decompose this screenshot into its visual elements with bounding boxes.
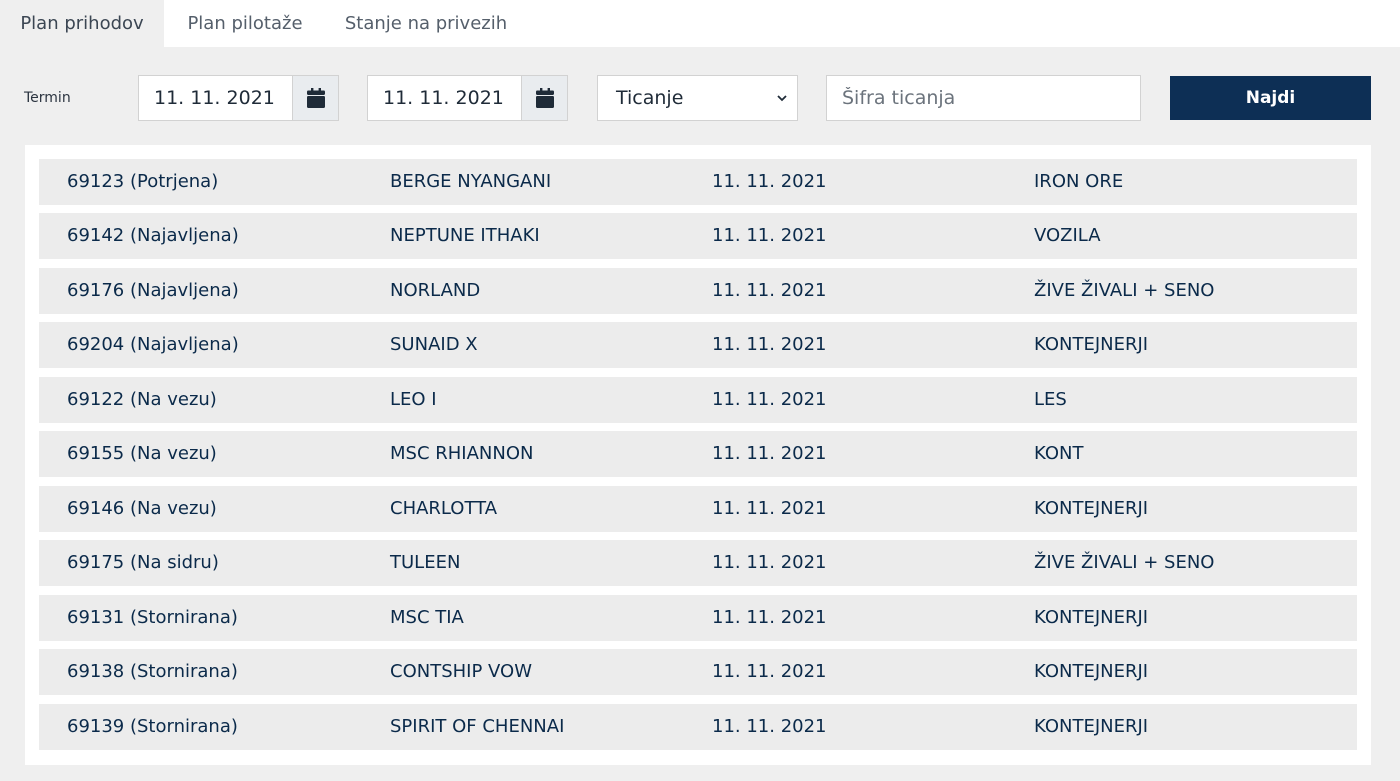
calendar-icon <box>535 88 554 108</box>
tab-plan-pilotaze[interactable]: Plan pilotaže <box>164 0 326 47</box>
termin-label: Termin <box>24 90 71 106</box>
row-id: 69204 (Najavljena) <box>67 334 239 355</box>
date-from-input[interactable] <box>139 76 292 120</box>
row-cargo: KONTEJNERJI <box>1034 334 1149 355</box>
row-id: 69176 (Najavljena) <box>67 280 239 301</box>
list-row[interactable]: 69204 (Najavljena) SUNAID X 11. 11. 2021… <box>39 322 1357 368</box>
list-row[interactable]: 69142 (Najavljena) NEPTUNE ITHAKI 11. 11… <box>39 213 1357 259</box>
row-date: 11. 11. 2021 <box>712 171 827 192</box>
calendar-icon <box>306 88 325 108</box>
row-ship: TULEEN <box>390 552 461 573</box>
row-id: 69131 (Stornirana) <box>67 607 238 628</box>
row-cargo: KONTEJNERJI <box>1034 607 1149 628</box>
list-row[interactable]: 69175 (Na sidru) TULEEN 11. 11. 2021 ŽIV… <box>39 540 1357 586</box>
list-row[interactable]: 69138 (Stornirana) CONTSHIP VOW 11. 11. … <box>39 649 1357 695</box>
row-ship: SPIRIT OF CHENNAI <box>390 716 565 737</box>
row-date: 11. 11. 2021 <box>712 607 827 628</box>
row-ship: CONTSHIP VOW <box>390 661 533 682</box>
type-select[interactable]: Ticanje <box>597 75 798 121</box>
row-id: 69139 (Stornirana) <box>67 716 238 737</box>
row-id: 69155 (Na vezu) <box>67 443 217 464</box>
chevron-down-icon <box>777 95 787 102</box>
row-ship: NEPTUNE ITHAKI <box>390 225 540 246</box>
row-id: 69142 (Najavljena) <box>67 225 239 246</box>
list-row[interactable]: 69146 (Na vezu) CHARLOTTA 11. 11. 2021 K… <box>39 486 1357 532</box>
row-date: 11. 11. 2021 <box>712 225 827 246</box>
tab-plan-prihodov[interactable]: Plan prihodov <box>0 0 164 47</box>
row-ship: NORLAND <box>390 280 481 301</box>
date-to-calendar-button[interactable] <box>521 76 567 120</box>
row-ship: BERGE NYANGANI <box>390 171 552 192</box>
row-id: 69146 (Na vezu) <box>67 498 217 519</box>
list-row[interactable]: 69122 (Na vezu) LEO I 11. 11. 2021 LES <box>39 377 1357 423</box>
row-cargo: ŽIVE ŽIVALI + SENO <box>1034 552 1215 573</box>
tab-bar: Plan prihodov Plan pilotaže Stanje na pr… <box>0 0 1400 47</box>
code-search-input[interactable] <box>826 75 1141 121</box>
row-cargo: KONTEJNERJI <box>1034 716 1149 737</box>
date-to-input[interactable] <box>368 76 521 120</box>
row-ship: LEO I <box>390 389 437 410</box>
row-date: 11. 11. 2021 <box>712 498 827 519</box>
row-cargo: ŽIVE ŽIVALI + SENO <box>1034 280 1215 301</box>
row-cargo: VOZILA <box>1034 225 1101 246</box>
row-cargo: IRON ORE <box>1034 171 1124 192</box>
row-date: 11. 11. 2021 <box>712 389 827 410</box>
tab-stanje-na-privezih[interactable]: Stanje na privezih <box>326 0 526 47</box>
row-ship: CHARLOTTA <box>390 498 498 519</box>
search-button[interactable]: Najdi <box>1170 76 1371 120</box>
type-select-value: Ticanje <box>616 87 684 109</box>
row-date: 11. 11. 2021 <box>712 552 827 573</box>
results-panel: 69123 (Potrjena) BERGE NYANGANI 11. 11. … <box>25 145 1371 765</box>
row-cargo: KONT <box>1034 443 1084 464</box>
row-date: 11. 11. 2021 <box>712 280 827 301</box>
row-cargo: LES <box>1034 389 1067 410</box>
list-row[interactable]: 69155 (Na vezu) MSC RHIANNON 11. 11. 202… <box>39 431 1357 477</box>
row-ship: MSC RHIANNON <box>390 443 534 464</box>
row-date: 11. 11. 2021 <box>712 716 827 737</box>
row-date: 11. 11. 2021 <box>712 661 827 682</box>
row-id: 69122 (Na vezu) <box>67 389 217 410</box>
list-row[interactable]: 69131 (Stornirana) MSC TIA 11. 11. 2021 … <box>39 595 1357 641</box>
row-id: 69123 (Potrjena) <box>67 171 219 192</box>
row-cargo: KONTEJNERJI <box>1034 661 1149 682</box>
row-id: 69138 (Stornirana) <box>67 661 238 682</box>
row-ship: MSC TIA <box>390 607 464 628</box>
row-date: 11. 11. 2021 <box>712 443 827 464</box>
list-row[interactable]: 69176 (Najavljena) NORLAND 11. 11. 2021 … <box>39 268 1357 314</box>
list-row[interactable]: 69139 (Stornirana) SPIRIT OF CHENNAI 11.… <box>39 704 1357 750</box>
row-date: 11. 11. 2021 <box>712 334 827 355</box>
date-to-group <box>367 75 568 121</box>
row-ship: SUNAID X <box>390 334 478 355</box>
list-row[interactable]: 69123 (Potrjena) BERGE NYANGANI 11. 11. … <box>39 159 1357 205</box>
date-from-calendar-button[interactable] <box>292 76 338 120</box>
row-id: 69175 (Na sidru) <box>67 552 219 573</box>
date-from-group <box>138 75 339 121</box>
row-cargo: KONTEJNERJI <box>1034 498 1149 519</box>
